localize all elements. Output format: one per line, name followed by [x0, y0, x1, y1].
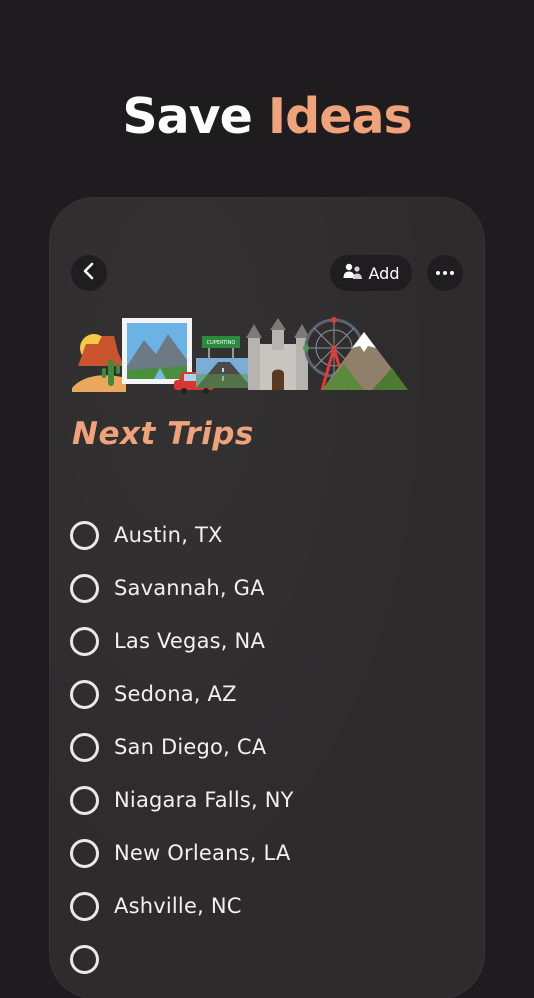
more-dots-icon — [436, 271, 454, 275]
castle-icon — [246, 318, 310, 390]
list-title: Next Trips — [72, 416, 254, 452]
headline-word-save: Save — [122, 88, 253, 145]
headline: Save Ideas — [0, 88, 534, 145]
list-item[interactable]: Savannah, GA — [70, 568, 460, 608]
checkbox-circle-icon[interactable] — [70, 626, 99, 656]
list-item-partial[interactable] — [70, 939, 460, 979]
checkbox-circle-icon[interactable] — [70, 573, 99, 603]
more-options-button[interactable] — [427, 255, 463, 291]
trip-emoji-header: CUPERTINO — [72, 316, 412, 398]
checkbox-circle-icon[interactable] — [70, 838, 99, 868]
motorway-icon: CUPERTINO — [196, 336, 252, 388]
list-item-label: Sedona, AZ — [114, 682, 237, 706]
people-icon — [343, 262, 363, 284]
list-item-label: Savannah, GA — [114, 576, 265, 600]
checkbox-circle-icon[interactable] — [70, 891, 99, 921]
list-item-label: Niagara Falls, NY — [114, 788, 294, 812]
list-item[interactable]: Niagara Falls, NY — [70, 780, 460, 820]
list-item-label: Las Vegas, NA — [114, 629, 266, 653]
desert-icon — [72, 334, 126, 392]
checkbox-circle-icon[interactable] — [70, 785, 99, 815]
checkbox-circle-icon[interactable] — [70, 520, 99, 550]
list-item[interactable]: Ashville, NC — [70, 886, 460, 926]
mountain-icon — [322, 332, 408, 390]
list-item[interactable]: Austin, TX — [70, 515, 460, 555]
headline-word-ideas: Ideas — [267, 88, 413, 145]
list-item-label: New Orleans, LA — [114, 841, 291, 865]
chevron-left-icon — [82, 262, 96, 284]
checkbox-circle-icon[interactable] — [70, 944, 99, 974]
list-item[interactable]: San Diego, CA — [70, 727, 460, 767]
highway-sign-text: CUPERTINO — [207, 340, 236, 346]
checkbox-circle-icon[interactable] — [70, 732, 99, 762]
add-button[interactable]: Add — [330, 255, 412, 291]
list-item-label: San Diego, CA — [114, 735, 267, 759]
list-item[interactable]: Sedona, AZ — [70, 674, 460, 714]
add-button-label: Add — [368, 263, 400, 283]
list-item-label: Ashville, NC — [114, 894, 242, 918]
phone-screen: Add CUPERTINO Next Trips Austin, TX Sava… — [50, 198, 484, 998]
list-item-label: Austin, TX — [114, 523, 223, 547]
checkbox-circle-icon[interactable] — [70, 679, 99, 709]
list-item[interactable]: New Orleans, LA — [70, 833, 460, 873]
list-item[interactable]: Las Vegas, NA — [70, 621, 460, 661]
back-button[interactable] — [71, 255, 107, 291]
